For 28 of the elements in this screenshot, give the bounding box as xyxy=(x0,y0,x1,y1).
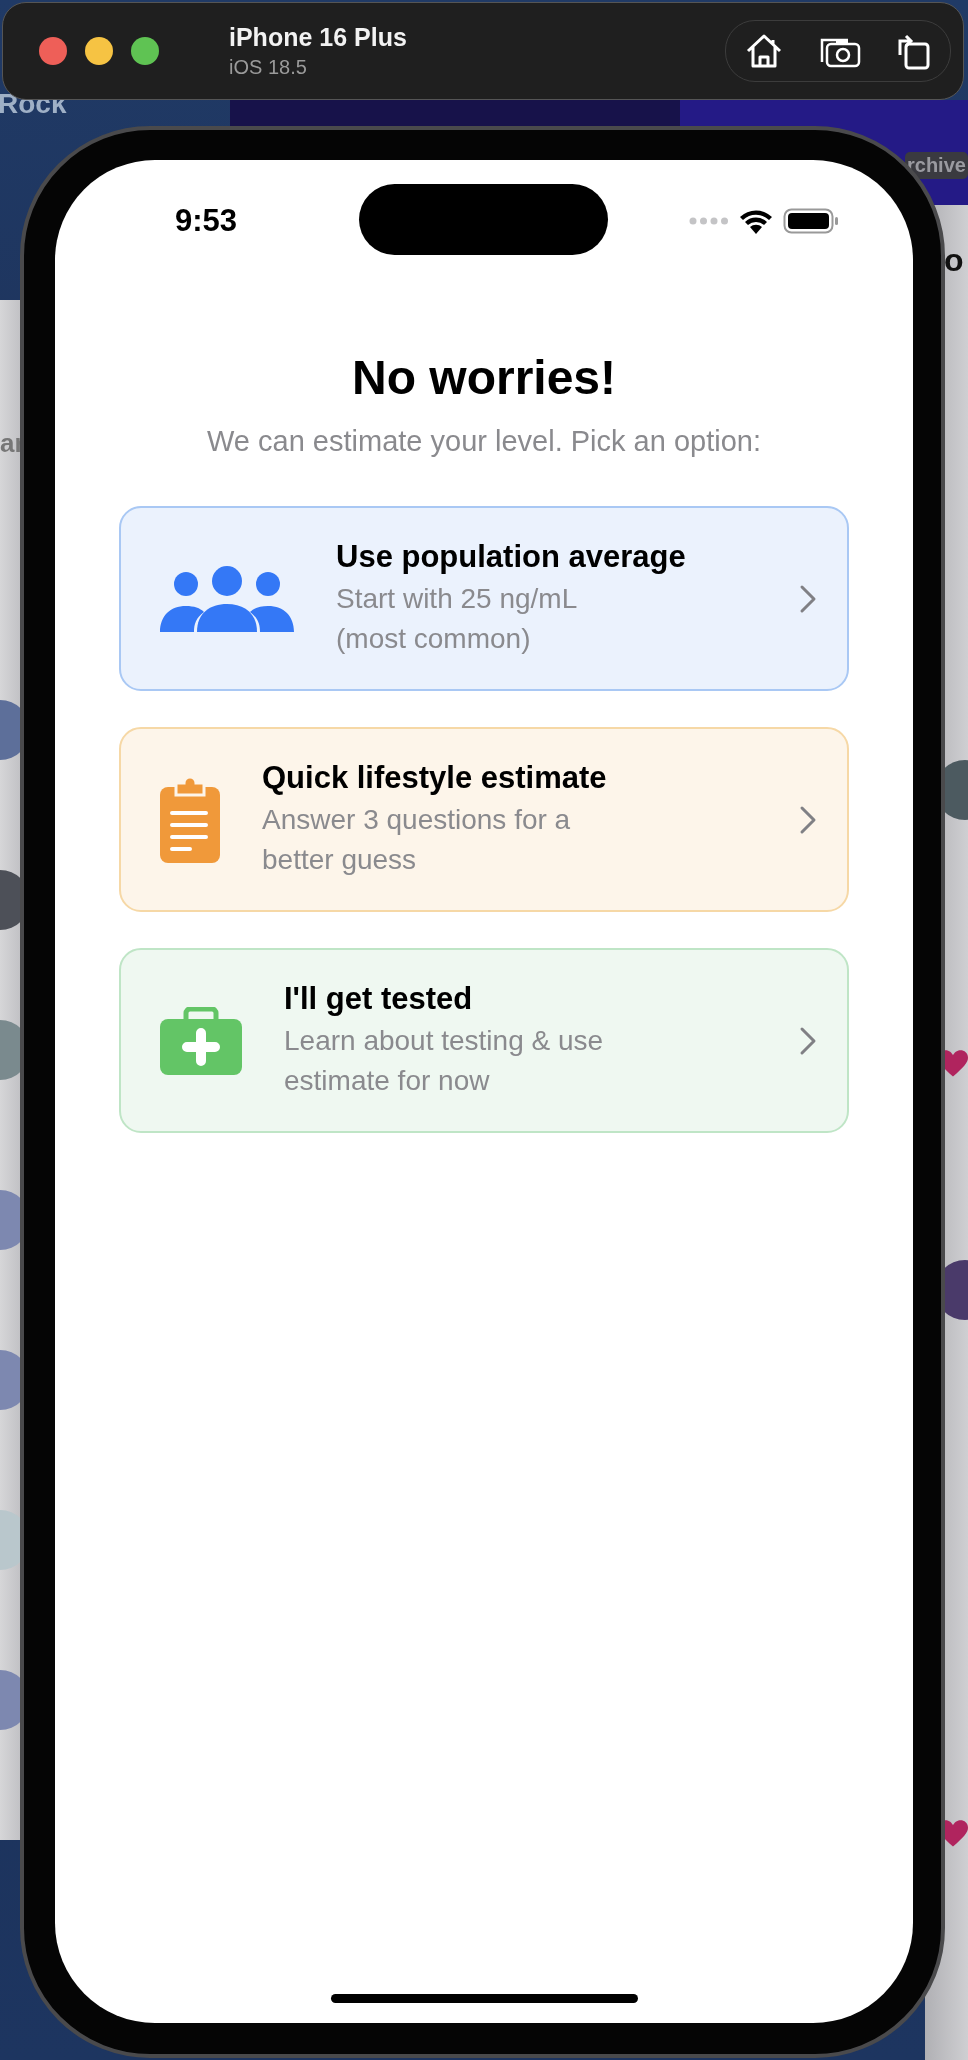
option-title: Quick lifestyle estimate xyxy=(262,759,608,796)
chevron-right-icon xyxy=(799,583,817,614)
battery-icon xyxy=(783,208,839,234)
option-description: Learn about testing & use estimate for now xyxy=(284,1023,605,1098)
minimize-button[interactable] xyxy=(85,37,113,65)
os-version: iOS 18.5 xyxy=(229,56,308,79)
screen-subtitle: We can estimate your level. Pick an option: xyxy=(207,425,761,458)
window-text: o xyxy=(944,242,964,279)
first-aid-kit-icon xyxy=(160,1006,242,1075)
window-text: rchive xyxy=(905,152,968,179)
signal-icon xyxy=(689,217,729,225)
option-card[interactable]: Quick lifestyle estimate Answer 3 questions for a better guess xyxy=(119,727,849,912)
clipboard-icon xyxy=(160,776,220,863)
option-title: I'll get tested xyxy=(284,980,474,1017)
option-card[interactable]: I'll get tested Learn about testing & use estimate for now xyxy=(119,948,849,1133)
option-title: Use population average xyxy=(336,538,687,575)
option-description: Answer 3 questions for a better guess xyxy=(262,802,572,877)
zoom-button[interactable] xyxy=(131,37,159,65)
chevron-right-icon xyxy=(799,1025,817,1056)
wifi-icon xyxy=(739,208,773,234)
status-time: 9:53 xyxy=(175,203,238,239)
people-icon xyxy=(160,565,294,632)
close-button[interactable] xyxy=(39,37,67,65)
device-name: iPhone 16 Plus xyxy=(229,23,408,52)
chevron-right-icon xyxy=(799,804,817,835)
screen-title: No worries! xyxy=(351,350,616,405)
option-card[interactable]: Use population average Start with 25 ng/mL (most common) xyxy=(119,506,849,691)
option-description: Start with 25 ng/mL (most common) xyxy=(336,581,579,656)
